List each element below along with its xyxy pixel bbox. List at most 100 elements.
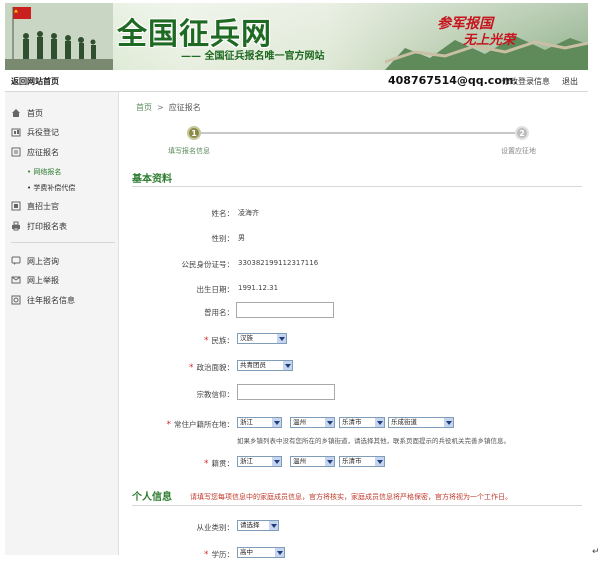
sergeant-icon (11, 201, 21, 211)
native-city-select[interactable]: 温州 (290, 456, 335, 467)
site-banner: 全国征兵网 —— 全国征兵报名唯一官方网站 参军报国 无上光荣 (5, 3, 588, 70)
sidebar-item-print[interactable]: 打印报名表 (11, 219, 67, 233)
banner-motto: 参军报国 无上光荣 (437, 13, 533, 53)
sidebar-item-label: 兵役登记 (27, 127, 59, 137)
report-icon (11, 275, 21, 285)
back-home-link[interactable]: 返回网站首页 (11, 76, 59, 87)
political-status-row: * 政治面貌： 共青团员 (120, 359, 588, 375)
gender-value: 男 (238, 234, 245, 242)
edit-login-info-link[interactable]: 修改登录信息 (502, 76, 550, 87)
religion-row: 宗教信仰： (120, 384, 588, 400)
chevron-down-icon (375, 418, 384, 427)
step-connector (200, 132, 522, 134)
logout-link[interactable]: 退出 (562, 76, 578, 87)
residence-label: * 常住户籍所在地： (166, 420, 235, 430)
chevron-down-icon (375, 457, 384, 466)
register-icon (11, 127, 21, 137)
home-icon (11, 108, 21, 118)
residence-row: * 常住户籍所在地： 浙江 温州 乐清市 乐成街道 (120, 416, 588, 432)
text-cursor-mark: ↵ (592, 547, 600, 557)
education-row: * 学历： 高中 (120, 546, 588, 561)
chevron-down-icon (283, 361, 292, 370)
sidebar-divider (11, 242, 115, 243)
step-1-label: 填写报名信息 (168, 147, 210, 155)
residence-county-select[interactable]: 乐清市 (339, 417, 385, 428)
education-label: * 学历： (204, 550, 234, 560)
apply-icon (11, 147, 21, 157)
job-category-row: 从业类别： 请选择 (120, 519, 588, 535)
native-county-select[interactable]: 乐清市 (339, 456, 385, 467)
sidebar-item-label: 网上举报 (27, 275, 59, 285)
sidebar: 首页 兵役登记 应征报名 • 网络报名 • 学费补偿代偿 直招士官 打印报名表 … (5, 92, 119, 555)
main-content: 首页 > 应征报名 1 2 填写报名信息 设置应征地 基本资料 姓名： 凌海齐 性别… (120, 92, 588, 560)
birth-date-row: 出生日期： 1991.12.31 (120, 281, 588, 297)
sidebar-item-register[interactable]: 兵役登记 (11, 125, 59, 139)
former-name-input[interactable] (236, 302, 334, 318)
step-1-indicator: 1 (187, 126, 201, 140)
progress-steps: 1 2 填写报名信息 设置应征地 (168, 126, 536, 156)
sidebar-item-history[interactable]: 往年报名信息 (11, 293, 75, 307)
sidebar-item-report[interactable]: 网上举报 (11, 273, 59, 287)
site-slogan: —— 全国征兵报名唯一官方网站 (181, 51, 325, 62)
chevron-down-icon (269, 521, 278, 530)
sidebar-item-label: 网上咨询 (27, 256, 59, 266)
name-row: 姓名： 凌海齐 (120, 205, 588, 221)
chevron-down-icon (325, 457, 334, 466)
residence-town-select[interactable]: 乐成街道 (388, 417, 454, 428)
personal-info-note: 请填写您每项信息中的家庭成员信息，官方将核实，家庭成员信息将严格保密，官方将视为… (190, 493, 512, 501)
native-place-label: * 籍贯： (204, 459, 234, 469)
sidebar-item-home[interactable]: 首页 (11, 106, 43, 120)
chevron-down-icon (272, 418, 281, 427)
political-status-select[interactable]: 共青团员 (237, 360, 293, 371)
chevron-down-icon (444, 418, 453, 427)
chevron-down-icon (277, 334, 286, 343)
motto-line-2: 无上光荣 (463, 33, 516, 48)
ethnic-select[interactable]: 汉族 (237, 333, 287, 344)
education-select[interactable]: 高中 (237, 547, 285, 558)
sidebar-subitem-tuition[interactable]: • 学费补偿代偿 (27, 183, 75, 193)
id-number-label: 公民身份证号： (181, 260, 235, 269)
residence-province-select[interactable]: 浙江 (237, 417, 282, 428)
residence-hint: 如果乡镇列表中没有您所在的乡镇街道，请选择其他，联系页面提示的兵役机关完善乡镇信… (237, 437, 510, 445)
job-category-select[interactable]: 请选择 (237, 520, 279, 531)
chevron-down-icon (275, 548, 284, 557)
sidebar-item-label: 打印报名表 (27, 221, 67, 231)
religion-label: 宗教信仰： (196, 390, 235, 399)
gender-label: 性别： (211, 234, 235, 243)
native-province-select[interactable]: 浙江 (237, 456, 282, 467)
native-place-row: * 籍贯： 浙江 温州 乐清市 (120, 455, 588, 471)
consult-icon (11, 256, 21, 266)
sidebar-subitem-online-apply[interactable]: • 网络报名 (27, 167, 61, 177)
religion-input[interactable] (237, 384, 335, 400)
sidebar-item-label: 首页 (27, 108, 43, 118)
personal-info-title: 个人信息 (132, 492, 172, 503)
chevron-down-icon (272, 457, 281, 466)
chevron-down-icon (325, 418, 334, 427)
breadcrumb: 首页 > 应征报名 (136, 102, 201, 113)
job-category-label: 从业类别： (196, 523, 235, 532)
id-number-value: 330382199112317116 (238, 259, 319, 267)
sidebar-item-label: 应征报名 (27, 147, 59, 157)
breadcrumb-current: 应征报名 (168, 103, 201, 112)
user-email: 408767514@qq.com. (388, 74, 518, 87)
sidebar-item-label: 往年报名信息 (27, 295, 75, 305)
breadcrumb-separator: > (157, 103, 164, 112)
birth-date-value: 1991.12.31 (238, 284, 279, 292)
breadcrumb-home-link[interactable]: 首页 (136, 103, 152, 112)
ethnic-row: * 民族： 汉族 (120, 332, 588, 348)
political-status-label: * 政治面貌： (189, 363, 234, 373)
print-icon (11, 221, 21, 231)
step-2-indicator: 2 (515, 126, 529, 140)
former-name-row: 曾用名： (120, 302, 588, 318)
name-value: 凌海齐 (238, 209, 259, 217)
sidebar-item-label: 直招士官 (27, 201, 59, 211)
personal-info-divider (132, 505, 582, 506)
residence-city-select[interactable]: 温州 (290, 417, 335, 428)
basic-info-title: 基本资料 (132, 174, 172, 185)
soldiers-image (5, 3, 113, 70)
former-name-label: 曾用名： (204, 308, 234, 317)
sidebar-item-sergeant[interactable]: 直招士官 (11, 199, 59, 213)
sidebar-item-consult[interactable]: 网上咨询 (11, 254, 59, 268)
sidebar-item-apply[interactable]: 应征报名 (11, 145, 59, 159)
step-2-label: 设置应征地 (501, 147, 536, 155)
